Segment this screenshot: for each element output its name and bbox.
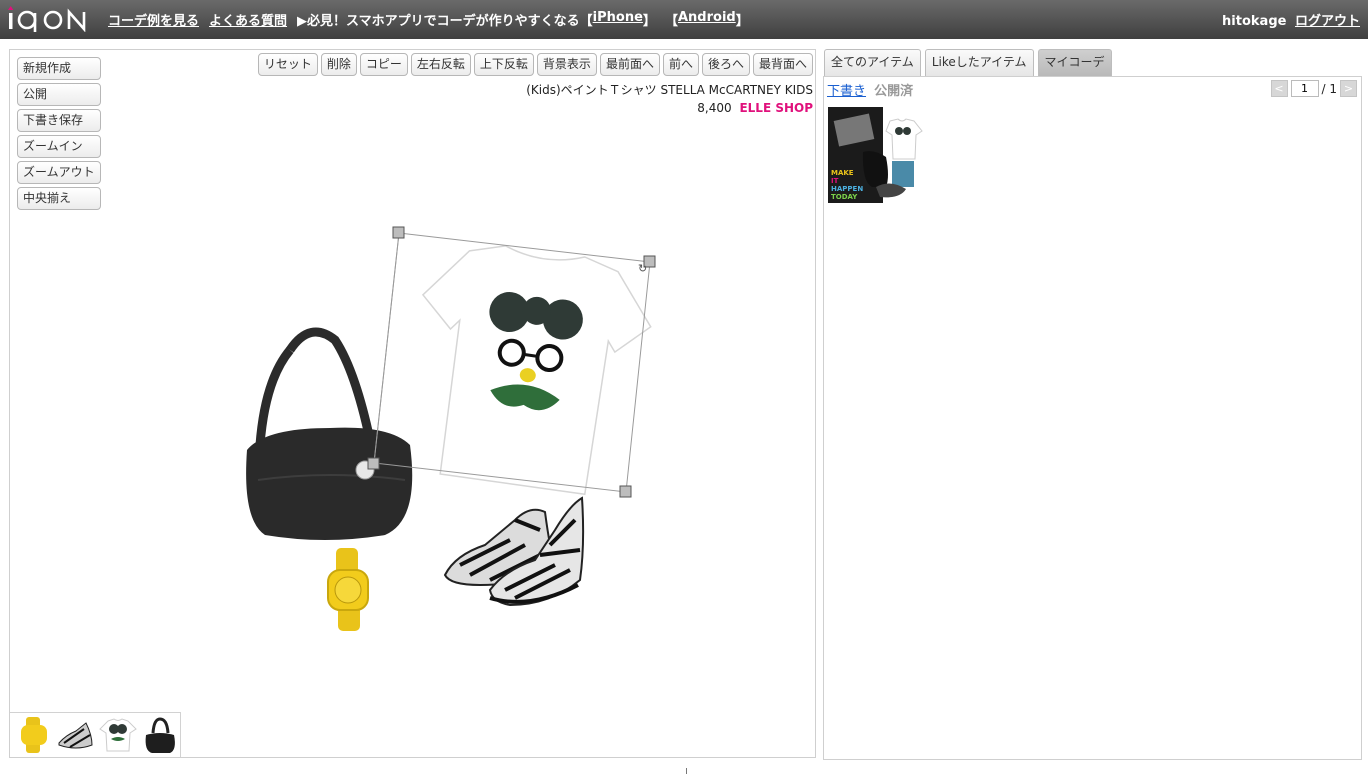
promo-text: ▶必見！スマホアプリでコーデが作りやすくなる xyxy=(297,14,580,29)
selected-item-info: (Kids)ペイントＴシャツ STELLA McCARTNEY KIDS 8,4… xyxy=(526,81,813,117)
new-button[interactable]: 新規作成 xyxy=(17,57,101,80)
editor-canvas[interactable]: ↻ xyxy=(10,50,817,759)
watch-thumb[interactable] xyxy=(14,715,54,755)
item-name[interactable]: (Kids)ペイントＴシャツ STELLA McCARTNEY KIDS xyxy=(526,81,813,99)
item-thumbnail-strip xyxy=(10,712,181,757)
next-page-button[interactable]: > xyxy=(1340,80,1357,97)
bag-item[interactable] xyxy=(246,327,413,540)
resize-handle[interactable] xyxy=(392,226,405,239)
reset-button[interactable]: リセット xyxy=(257,53,318,76)
shop-name[interactable]: ELLE SHOP xyxy=(739,101,813,115)
send-backward-button[interactable]: 後ろへ xyxy=(701,53,750,76)
copy-button[interactable]: コピー xyxy=(359,53,408,76)
svg-text:TODAY: TODAY xyxy=(831,193,858,201)
svg-text:MAKE: MAKE xyxy=(831,169,854,177)
sneakers-item[interactable] xyxy=(443,496,585,607)
canvas-art: ↻ xyxy=(246,226,659,631)
bag-thumb[interactable] xyxy=(140,715,180,755)
tshirt-item[interactable] xyxy=(399,235,659,500)
panel-tabs: 全てのアイテム Likeしたアイテム マイコーデ xyxy=(824,49,1112,76)
page-input[interactable] xyxy=(1290,80,1319,97)
flip-horizontal-button[interactable]: 左右反転 xyxy=(410,53,471,76)
bring-to-front-button[interactable]: 最前面へ xyxy=(599,53,660,76)
publish-button[interactable]: 公開 xyxy=(17,83,101,106)
send-to-back-button[interactable]: 最背面へ xyxy=(752,53,813,76)
resize-handle[interactable] xyxy=(619,485,632,498)
svg-text:IT: IT xyxy=(831,177,839,185)
save-draft-button[interactable]: 下書き保存 xyxy=(17,109,101,132)
tab-liked-items[interactable]: Likeしたアイテム xyxy=(924,49,1034,76)
iphone-link[interactable]: iPhone xyxy=(593,10,643,29)
logout-link[interactable]: ログアウト xyxy=(1295,14,1360,29)
zoom-out-button[interactable]: ズームアウト xyxy=(17,161,101,184)
examples-link[interactable]: コーデ例を見る xyxy=(108,10,199,29)
tab-my-coordinates[interactable]: マイコーデ xyxy=(1037,49,1112,76)
rotate-icon[interactable]: ↻ xyxy=(638,262,647,275)
center-button[interactable]: 中央揃え xyxy=(17,187,101,210)
pagination: < / 1 > xyxy=(1270,80,1357,97)
item-panel: 全てのアイテム Likeしたアイテム マイコーデ 下書き 公開済 < / 1 >… xyxy=(823,48,1362,760)
iqon-logo[interactable] xyxy=(8,6,90,32)
zoom-in-button[interactable]: ズームイン xyxy=(17,135,101,158)
draft-published-toggle: 下書き 公開済 xyxy=(827,80,913,99)
app-promo: ▶必見！スマホアプリでコーデが作りやすくなる 【iPhone】 【Android… xyxy=(297,10,749,29)
side-button-group: 新規作成 公開 下書き保存 ズームイン ズームアウト 中央揃え xyxy=(17,57,101,210)
coordinate-thumbnail[interactable]: MAKE IT HAPPEN TODAY xyxy=(828,107,924,203)
top-nav: コーデ例を見る よくある質問 ▶必見！スマホアプリでコーデが作りやすくなる 【i… xyxy=(108,10,749,29)
delete-button[interactable]: 削除 xyxy=(320,53,357,76)
draft-link[interactable]: 下書き xyxy=(827,84,866,99)
page-total: / 1 xyxy=(1321,81,1338,96)
tab-all-items[interactable]: 全てのアイテム xyxy=(824,49,921,76)
user-box: hitokage ログアウト xyxy=(1222,10,1360,29)
android-link[interactable]: Android xyxy=(678,10,736,29)
coordinate-editor: ↻ 新規作成 公開 下書き保存 ズームイン ズームアウト 中央揃え リセット 削… xyxy=(9,49,816,758)
item-price: 8,400 xyxy=(697,101,732,115)
top-bar: コーデ例を見る よくある質問 ▶必見！スマホアプリでコーデが作りやすくなる 【i… xyxy=(0,0,1368,39)
username: hitokage xyxy=(1222,14,1287,29)
svg-text:HAPPEN: HAPPEN xyxy=(831,185,863,193)
resize-handle[interactable] xyxy=(367,457,380,470)
flip-vertical-button[interactable]: 上下反転 xyxy=(473,53,534,76)
faq-link[interactable]: よくある質問 xyxy=(209,10,287,29)
bring-forward-button[interactable]: 前へ xyxy=(662,53,699,76)
show-background-button[interactable]: 背景表示 xyxy=(536,53,597,76)
prev-page-button[interactable]: < xyxy=(1270,80,1288,97)
sneakers-thumb[interactable] xyxy=(56,715,96,755)
tshirt-thumb[interactable] xyxy=(98,715,138,755)
my-coordinates-list: 下書き 公開済 < / 1 > MAKE IT HAPPEN TODAY xyxy=(823,76,1362,760)
edit-toolbar: リセット 削除 コピー 左右反転 上下反転 背景表示 最前面へ 前へ 後ろへ 最… xyxy=(257,53,813,76)
watch-item[interactable] xyxy=(327,548,369,631)
published-link[interactable]: 公開済 xyxy=(874,84,913,99)
divider-mark xyxy=(686,768,687,774)
